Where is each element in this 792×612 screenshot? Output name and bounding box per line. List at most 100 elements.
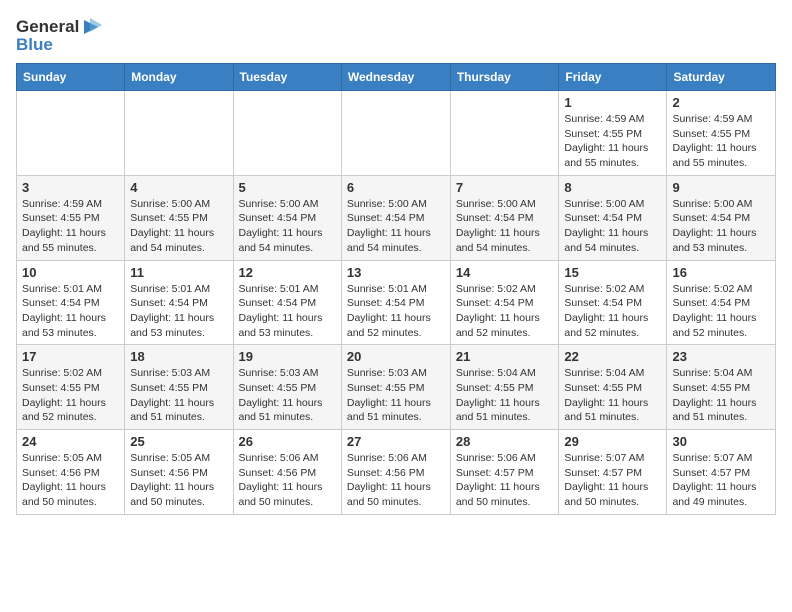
calendar-cell: 17 Sunrise: 5:02 AM Sunset: 4:55 PM Dayli… [17,345,125,430]
day-number: 14 [456,265,554,280]
weekday-header-sunday: Sunday [17,64,125,91]
day-number: 15 [564,265,661,280]
calendar-cell: 3 Sunrise: 4:59 AM Sunset: 4:55 PM Daylig… [17,175,125,260]
logo-arrow-icon [80,16,102,38]
day-number: 25 [130,434,227,449]
calendar-cell [233,91,341,176]
calendar-cell: 6Sunrise: 5:00 AM Sunset: 4:54 PM Daylig… [341,175,450,260]
day-info: Sunrise: 5:02 AM Sunset: 4:55 PM Dayligh… [22,366,119,425]
day-number: 18 [130,349,227,364]
calendar-cell: 25 Sunrise: 5:05 AM Sunset: 4:56 PM Dayli… [125,430,233,515]
weekday-header-saturday: Saturday [667,64,776,91]
day-number: 11 [130,265,227,280]
day-info: Sunrise: 5:07 AM Sunset: 4:57 PM Dayligh… [564,451,661,510]
calendar-cell: 29 Sunrise: 5:07 AM Sunset: 4:57 PM Dayli… [559,430,667,515]
day-number: 22 [564,349,661,364]
day-info: Sunrise: 5:02 AM Sunset: 4:54 PM Dayligh… [456,282,554,341]
calendar-cell: 20 Sunrise: 5:03 AM Sunset: 4:55 PM Dayli… [341,345,450,430]
day-number: 5 [239,180,336,195]
day-info: Sunrise: 4:59 AM Sunset: 4:55 PM Dayligh… [22,197,119,256]
day-info: Sunrise: 5:02 AM Sunset: 4:54 PM Dayligh… [564,282,661,341]
calendar-header-row: SundayMondayTuesdayWednesdayThursdayFrid… [17,64,776,91]
day-number: 16 [672,265,770,280]
calendar-cell: 26 Sunrise: 5:06 AM Sunset: 4:56 PM Dayli… [233,430,341,515]
calendar-cell: 5 Sunrise: 5:00 AM Sunset: 4:54 PM Daylig… [233,175,341,260]
day-info: Sunrise: 5:05 AM Sunset: 4:56 PM Dayligh… [22,451,119,510]
calendar-week-row: 24 Sunrise: 5:05 AM Sunset: 4:56 PM Dayli… [17,430,776,515]
day-info: Sunrise: 5:03 AM Sunset: 4:55 PM Dayligh… [130,366,227,425]
day-number: 7 [456,180,554,195]
calendar-cell: 30 Sunrise: 5:07 AM Sunset: 4:57 PM Dayli… [667,430,776,515]
calendar-week-row: 3 Sunrise: 4:59 AM Sunset: 4:55 PM Daylig… [17,175,776,260]
day-info: Sunrise: 5:02 AM Sunset: 4:54 PM Dayligh… [672,282,770,341]
calendar-week-row: 10 Sunrise: 5:01 AM Sunset: 4:54 PM Dayli… [17,260,776,345]
day-info: Sunrise: 5:04 AM Sunset: 4:55 PM Dayligh… [564,366,661,425]
day-info: Sunrise: 4:59 AM Sunset: 4:55 PM Dayligh… [564,112,661,171]
day-info: Sunrise: 5:03 AM Sunset: 4:55 PM Dayligh… [239,366,336,425]
day-number: 13 [347,265,445,280]
day-number: 29 [564,434,661,449]
day-info: Sunrise: 5:06 AM Sunset: 4:57 PM Dayligh… [456,451,554,510]
day-number: 20 [347,349,445,364]
day-info: Sunrise: 5:00 AM Sunset: 4:54 PM Dayligh… [672,197,770,256]
day-info: Sunrise: 5:01 AM Sunset: 4:54 PM Dayligh… [130,282,227,341]
day-info: Sunrise: 5:03 AM Sunset: 4:55 PM Dayligh… [347,366,445,425]
day-number: 9 [672,180,770,195]
day-info: Sunrise: 5:07 AM Sunset: 4:57 PM Dayligh… [672,451,770,510]
calendar-cell: 9 Sunrise: 5:00 AM Sunset: 4:54 PM Daylig… [667,175,776,260]
logo-general-text: General [16,17,79,37]
calendar-cell: 23Sunrise: 5:04 AM Sunset: 4:55 PM Dayli… [667,345,776,430]
calendar-cell: 24 Sunrise: 5:05 AM Sunset: 4:56 PM Dayli… [17,430,125,515]
calendar-cell: 7 Sunrise: 5:00 AM Sunset: 4:54 PM Daylig… [450,175,559,260]
day-number: 24 [22,434,119,449]
day-info: Sunrise: 5:04 AM Sunset: 4:55 PM Dayligh… [456,366,554,425]
calendar-cell: 19 Sunrise: 5:03 AM Sunset: 4:55 PM Dayli… [233,345,341,430]
calendar-cell: 16 Sunrise: 5:02 AM Sunset: 4:54 PM Dayli… [667,260,776,345]
day-info: Sunrise: 5:05 AM Sunset: 4:56 PM Dayligh… [130,451,227,510]
weekday-header-thursday: Thursday [450,64,559,91]
calendar-cell: 11 Sunrise: 5:01 AM Sunset: 4:54 PM Dayli… [125,260,233,345]
day-info: Sunrise: 5:00 AM Sunset: 4:54 PM Dayligh… [456,197,554,256]
day-number: 27 [347,434,445,449]
calendar-cell [450,91,559,176]
day-number: 6 [347,180,445,195]
calendar-cell: 15 Sunrise: 5:02 AM Sunset: 4:54 PM Dayli… [559,260,667,345]
calendar-cell: 22 Sunrise: 5:04 AM Sunset: 4:55 PM Dayli… [559,345,667,430]
calendar-cell: 1 Sunrise: 4:59 AM Sunset: 4:55 PM Daylig… [559,91,667,176]
calendar-cell: 14 Sunrise: 5:02 AM Sunset: 4:54 PM Dayli… [450,260,559,345]
calendar-cell: 27Sunrise: 5:06 AM Sunset: 4:56 PM Dayli… [341,430,450,515]
weekday-header-monday: Monday [125,64,233,91]
day-info: Sunrise: 5:00 AM Sunset: 4:54 PM Dayligh… [239,197,336,256]
calendar-cell: 4Sunrise: 5:00 AM Sunset: 4:55 PM Daylig… [125,175,233,260]
calendar-cell [341,91,450,176]
calendar-week-row: 1 Sunrise: 4:59 AM Sunset: 4:55 PM Daylig… [17,91,776,176]
day-number: 17 [22,349,119,364]
day-number: 19 [239,349,336,364]
calendar-cell: 10 Sunrise: 5:01 AM Sunset: 4:54 PM Dayli… [17,260,125,345]
calendar-cell [125,91,233,176]
day-info: Sunrise: 5:00 AM Sunset: 4:54 PM Dayligh… [564,197,661,256]
day-number: 3 [22,180,119,195]
day-number: 2 [672,95,770,110]
logo-blue-text: Blue [16,35,53,55]
day-number: 10 [22,265,119,280]
day-number: 4 [130,180,227,195]
calendar-cell: 13 Sunrise: 5:01 AM Sunset: 4:54 PM Dayli… [341,260,450,345]
calendar-cell: 8 Sunrise: 5:00 AM Sunset: 4:54 PM Daylig… [559,175,667,260]
weekday-header-wednesday: Wednesday [341,64,450,91]
day-number: 12 [239,265,336,280]
day-info: Sunrise: 4:59 AM Sunset: 4:55 PM Dayligh… [672,112,770,171]
page-header: General Blue [16,16,776,55]
day-number: 28 [456,434,554,449]
day-number: 8 [564,180,661,195]
day-number: 1 [564,95,661,110]
day-info: Sunrise: 5:01 AM Sunset: 4:54 PM Dayligh… [347,282,445,341]
calendar-cell [17,91,125,176]
day-number: 26 [239,434,336,449]
day-number: 30 [672,434,770,449]
day-info: Sunrise: 5:04 AM Sunset: 4:55 PM Dayligh… [672,366,770,425]
day-info: Sunrise: 5:06 AM Sunset: 4:56 PM Dayligh… [239,451,336,510]
calendar-table: SundayMondayTuesdayWednesdayThursdayFrid… [16,63,776,515]
calendar-week-row: 17 Sunrise: 5:02 AM Sunset: 4:55 PM Dayli… [17,345,776,430]
day-info: Sunrise: 5:01 AM Sunset: 4:54 PM Dayligh… [22,282,119,341]
